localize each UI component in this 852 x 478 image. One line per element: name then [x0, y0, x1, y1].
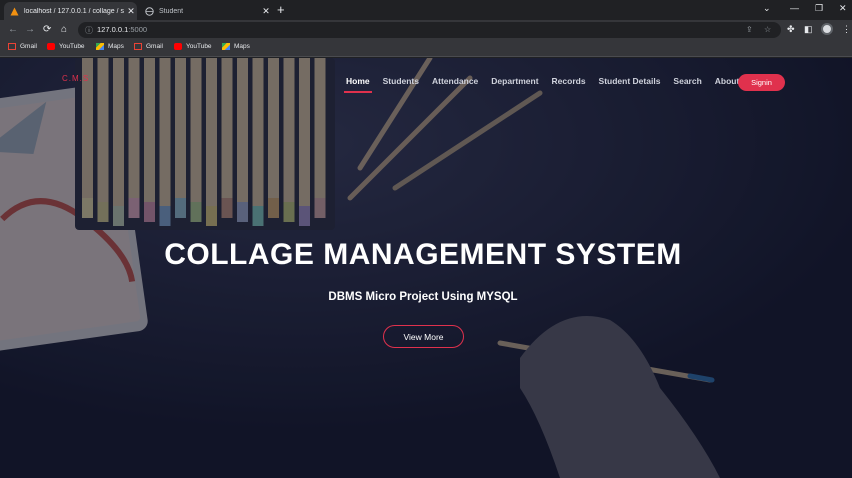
- globe-icon: [145, 6, 154, 16]
- youtube-icon: [174, 43, 182, 50]
- phpmyadmin-icon: [10, 7, 19, 16]
- restore-button[interactable]: ❐: [815, 3, 823, 14]
- back-button[interactable]: ←: [8, 24, 18, 36]
- nav-student-details[interactable]: Student Details: [599, 76, 661, 86]
- tab-title: Student: [159, 7, 184, 15]
- gmail-icon: [8, 43, 16, 50]
- info-icon[interactable]: ⓘ: [85, 25, 93, 36]
- signin-button[interactable]: Signin: [738, 74, 785, 91]
- reload-button[interactable]: ⟳: [43, 24, 51, 36]
- hero-title: COLLAGE MANAGEMENT SYSTEM: [164, 238, 682, 271]
- tab-close-icon[interactable]: ✕: [260, 6, 272, 17]
- nav-students[interactable]: Students: [383, 76, 419, 86]
- tab-title: localhost / 127.0.0.1 / collage / s: [24, 7, 125, 15]
- menu-icon[interactable]: ⋮: [842, 24, 851, 35]
- site-logo[interactable]: C.M.S: [62, 74, 89, 83]
- home-button[interactable]: ⌂: [61, 24, 67, 36]
- share-icon[interactable]: ⇪: [746, 25, 753, 34]
- nav-attendance[interactable]: Attendance: [432, 76, 478, 86]
- maps-icon: [222, 43, 230, 50]
- browser-tab-bar: localhost / 127.0.0.1 / collage / s ✕ St…: [0, 0, 852, 20]
- nav-home[interactable]: Home: [344, 76, 372, 93]
- page-viewport: C.M.S Home Students Attendance Departmen…: [0, 58, 852, 478]
- nav-search[interactable]: Search: [673, 76, 701, 86]
- bookmark-maps[interactable]: Maps: [222, 43, 250, 50]
- window-close-button[interactable]: ✕: [839, 3, 847, 14]
- hero-subtitle: DBMS Micro Project Using MYSQL: [328, 291, 518, 303]
- profile-avatar[interactable]: [821, 23, 833, 35]
- bookmark-gmail[interactable]: Gmail: [8, 43, 37, 50]
- bookmark-youtube[interactable]: YouTube: [47, 43, 85, 50]
- bookmark-star-icon[interactable]: ☆: [764, 25, 771, 34]
- maps-icon: [96, 43, 104, 50]
- side-panel-icon[interactable]: ◧: [804, 24, 813, 35]
- nav-about[interactable]: About: [715, 76, 740, 86]
- tab-student[interactable]: Student ✕: [138, 2, 272, 20]
- tab-close-icon[interactable]: ✕: [125, 6, 137, 17]
- view-more-button[interactable]: View More: [383, 325, 464, 348]
- address-bar[interactable]: ⓘ 127.0.0.1:5000 ⇪ ☆: [78, 22, 781, 38]
- nav-department[interactable]: Department: [491, 76, 538, 86]
- bookmark-maps[interactable]: Maps: [96, 43, 124, 50]
- url-text: 127.0.0.1:5000: [97, 25, 148, 34]
- bookmark-gmail[interactable]: Gmail: [134, 43, 163, 50]
- minimize-button[interactable]: —: [790, 3, 799, 13]
- tab-search-icon[interactable]: ⌄: [763, 3, 771, 14]
- extensions-icon[interactable]: ✤: [787, 24, 795, 35]
- browser-toolbar: ← → ⟳ ⌂ ⓘ 127.0.0.1:5000 ⇪ ☆ ✤ ◧ ⋮: [0, 20, 852, 40]
- nav-records[interactable]: Records: [552, 76, 586, 86]
- gmail-icon: [134, 43, 142, 50]
- youtube-icon: [47, 43, 55, 50]
- main-nav: Home Students Attendance Department Reco…: [344, 76, 752, 93]
- forward-button[interactable]: →: [25, 24, 35, 36]
- tab-phpmyadmin[interactable]: localhost / 127.0.0.1 / collage / s ✕: [4, 2, 137, 20]
- bookmarks-bar: Gmail YouTube Maps Gmail YouTube Maps: [0, 40, 852, 57]
- bookmark-youtube[interactable]: YouTube: [174, 43, 212, 50]
- new-tab-button[interactable]: +: [277, 3, 285, 17]
